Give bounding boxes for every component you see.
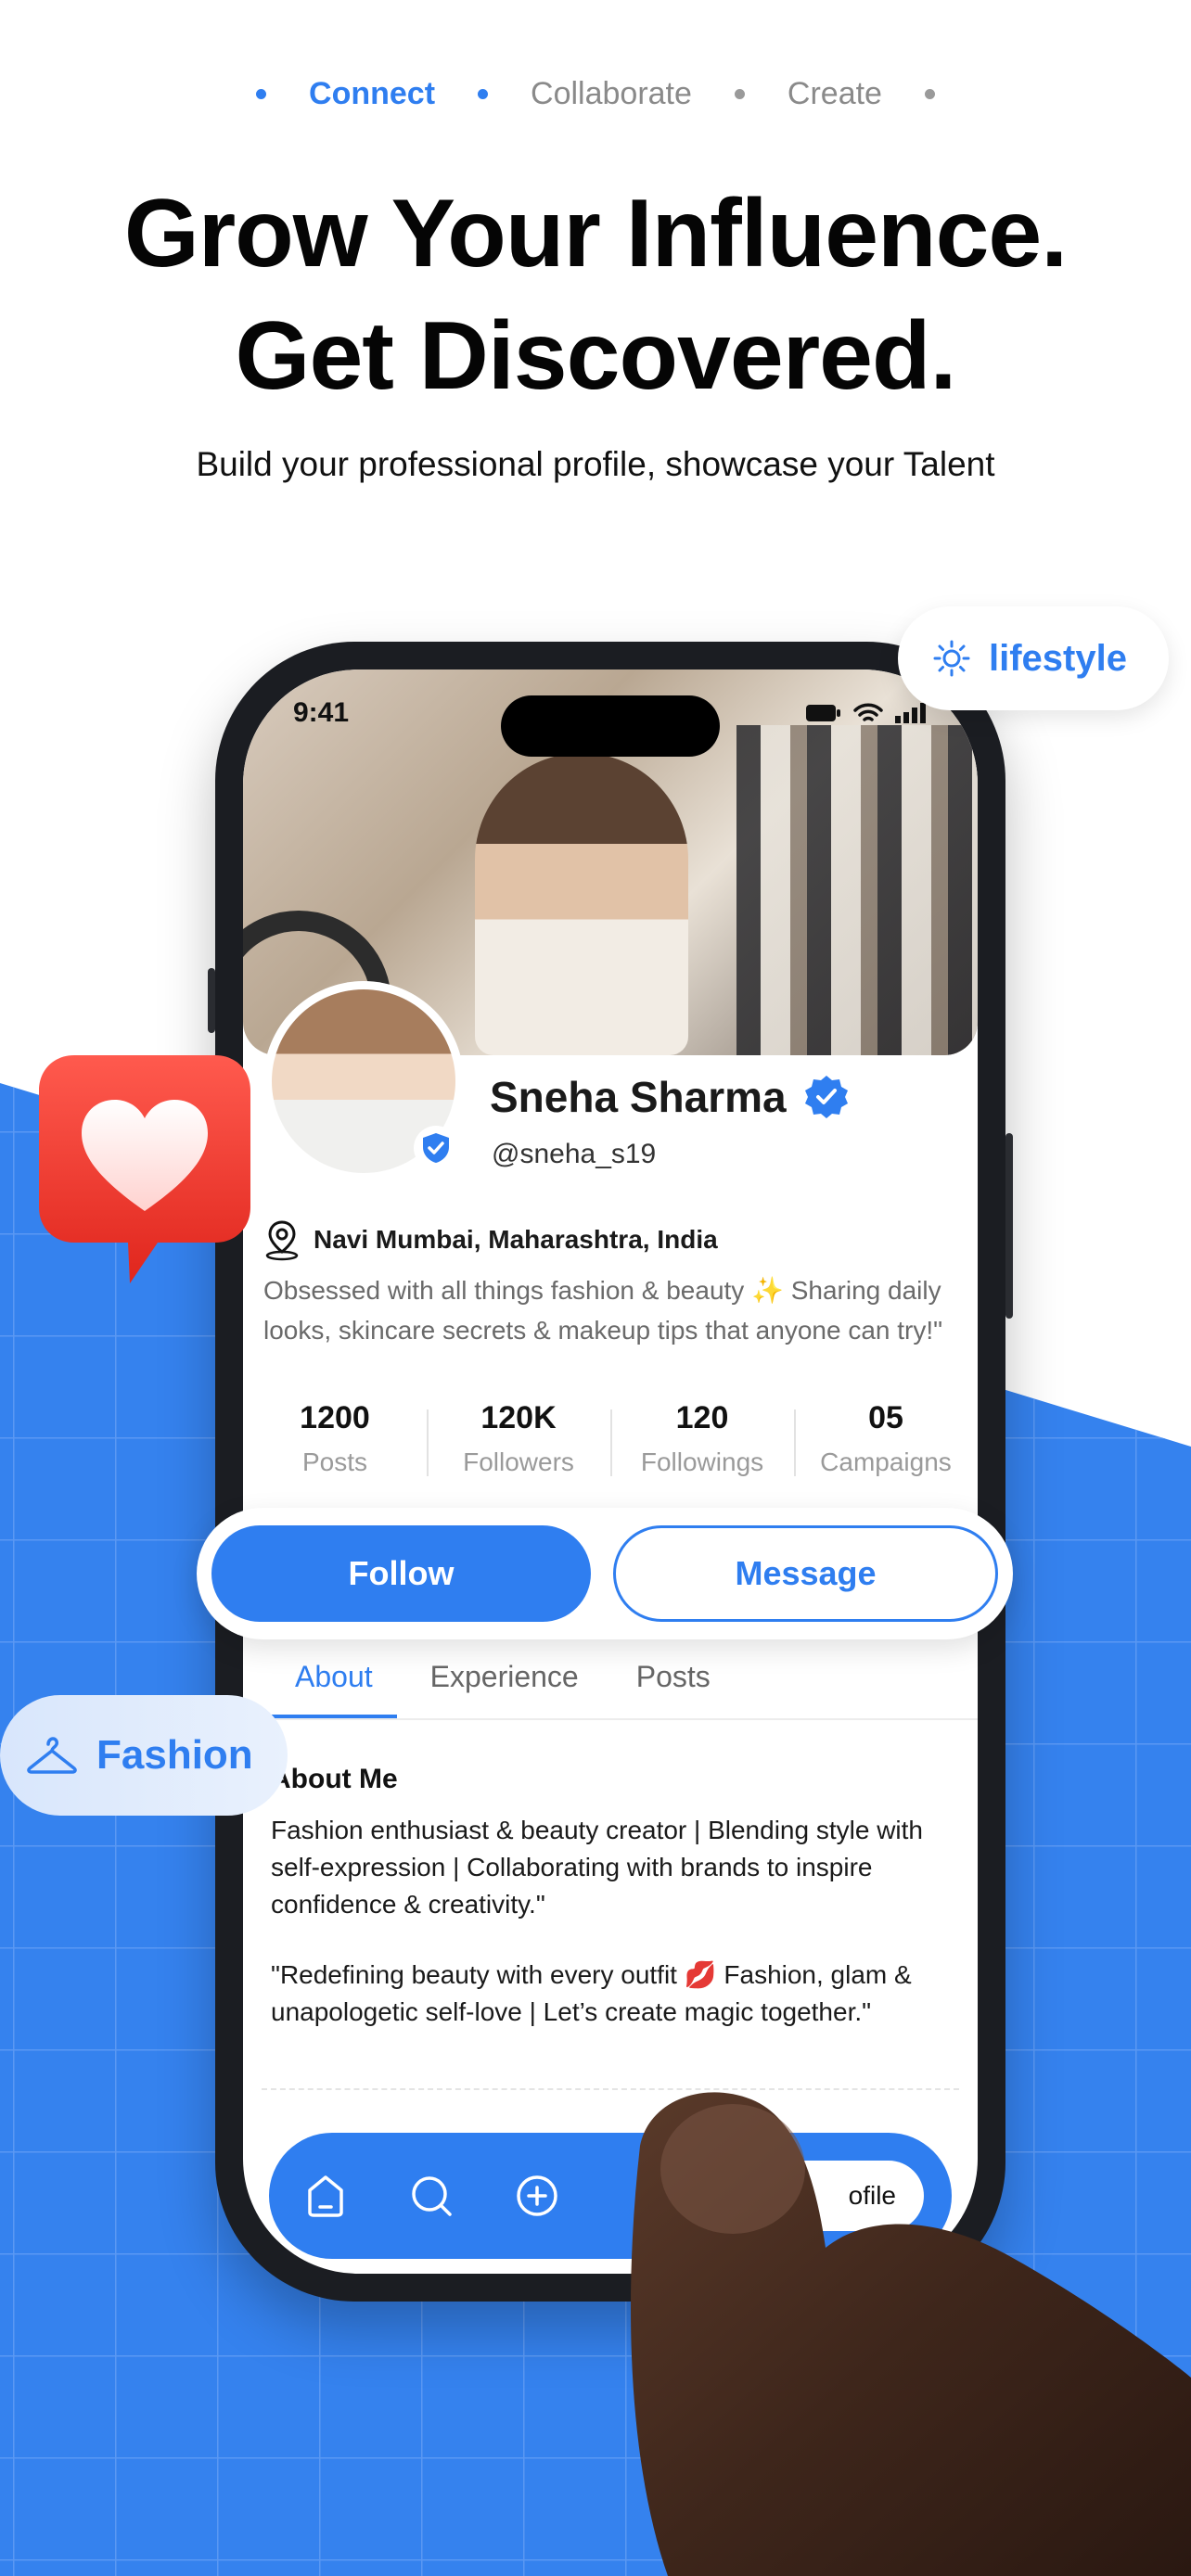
- lifestyle-chip[interactable]: lifestyle: [898, 606, 1169, 710]
- sun-icon: [933, 640, 970, 677]
- stat-value: 120: [675, 1400, 729, 1435]
- location-pin-icon: [265, 1220, 299, 1261]
- stat-label: Posts: [301, 1447, 368, 1476]
- signal-icon: [895, 703, 926, 723]
- verified-badge-icon: [804, 1076, 848, 1118]
- hand-finger: [594, 2081, 1191, 2576]
- phone-side-button: [208, 968, 215, 1033]
- stat-label: Followings: [640, 1447, 764, 1476]
- about-paragraph: Fashion enthusiast & beauty creator | Bl…: [271, 1816, 923, 1919]
- status-bar: 9:41: [293, 697, 928, 729]
- home-icon[interactable]: [297, 2167, 354, 2225]
- follow-button[interactable]: Follow: [211, 1525, 591, 1622]
- hanger-icon: [27, 1737, 77, 1774]
- fashion-label: Fashion: [96, 1732, 253, 1778]
- step-dot: [256, 89, 267, 99]
- stat-followings[interactable]: 120 Followings: [610, 1400, 794, 1477]
- clothing-rack: [736, 725, 978, 1055]
- stat-posts[interactable]: 1200 Posts: [243, 1400, 427, 1477]
- page-headline: Grow Your Influence. Get Discovered.: [0, 172, 1191, 417]
- lifestyle-label: lifestyle: [989, 637, 1127, 679]
- page-subheadline: Build your professional profile, showcas…: [196, 445, 995, 483]
- battery-icon: [806, 705, 840, 721]
- profile-tabs: About Experience Posts: [243, 1660, 978, 1720]
- phone-side-button: [1005, 1133, 1013, 1319]
- profile-name: Sneha Sharma: [490, 1073, 787, 1121]
- phone-screen: 9:41 Sneha Sharma @sneha_s19 Navi Mumbai…: [243, 670, 978, 2274]
- stat-label: Followers: [463, 1447, 574, 1476]
- headline-line-1: Grow Your Influence.: [123, 180, 1068, 287]
- phone-mockup: 9:41 Sneha Sharma @sneha_s19 Navi Mumbai…: [208, 642, 1013, 2302]
- profile-location: Navi Mumbai, Maharashtra, India: [262, 1218, 718, 1261]
- profile-stats: 1200 Posts 120K Followers 120 Followings…: [243, 1400, 978, 1477]
- heart-bubble-icon: [37, 1052, 252, 1289]
- fashion-chip[interactable]: Fashion: [0, 1695, 288, 1816]
- stat-campaigns[interactable]: 05 Campaigns: [794, 1400, 978, 1477]
- stat-value: 1200: [300, 1400, 370, 1435]
- verified-shield-icon: [414, 1126, 458, 1170]
- profile-actions: Follow Message: [197, 1508, 1013, 1639]
- add-icon[interactable]: [508, 2167, 566, 2225]
- about-heading: About Me: [271, 1764, 398, 1794]
- tab-experience[interactable]: Experience: [406, 1660, 603, 1718]
- stat-value: 120K: [480, 1400, 557, 1435]
- step-connect[interactable]: Connect: [309, 76, 435, 112]
- step-dot: [734, 89, 745, 99]
- stat-value: 05: [868, 1400, 903, 1435]
- step-create[interactable]: Create: [788, 76, 882, 112]
- stat-followers[interactable]: 120K Followers: [427, 1400, 610, 1477]
- headline-line-2: Get Discovered.: [235, 302, 957, 410]
- step-collaborate[interactable]: Collaborate: [531, 76, 692, 112]
- stat-label: Campaigns: [820, 1447, 952, 1476]
- step-dot: [924, 89, 935, 99]
- message-button[interactable]: Message: [613, 1525, 998, 1622]
- profile-name-row: Sneha Sharma: [490, 1072, 850, 1122]
- profile-avatar[interactable]: [263, 981, 464, 1181]
- search-icon[interactable]: [403, 2167, 460, 2225]
- location-text: Navi Mumbai, Maharashtra, India: [314, 1225, 718, 1254]
- tab-posts[interactable]: Posts: [612, 1660, 735, 1718]
- profile-handle: @sneha_s19: [492, 1139, 657, 1169]
- onboarding-steps: Connect Collaborate Create: [0, 76, 1191, 112]
- step-dot: [478, 89, 489, 99]
- wifi-icon: [853, 703, 883, 721]
- about-paragraph: "Redefining beauty with every outfit 💋 F…: [271, 1960, 912, 2026]
- cover-person: [475, 753, 688, 1055]
- status-icons: [805, 702, 928, 724]
- tab-about[interactable]: About: [271, 1660, 397, 1718]
- status-time: 9:41: [293, 697, 350, 728]
- profile-bio: Obsessed with all things fashion & beaut…: [263, 1276, 943, 1345]
